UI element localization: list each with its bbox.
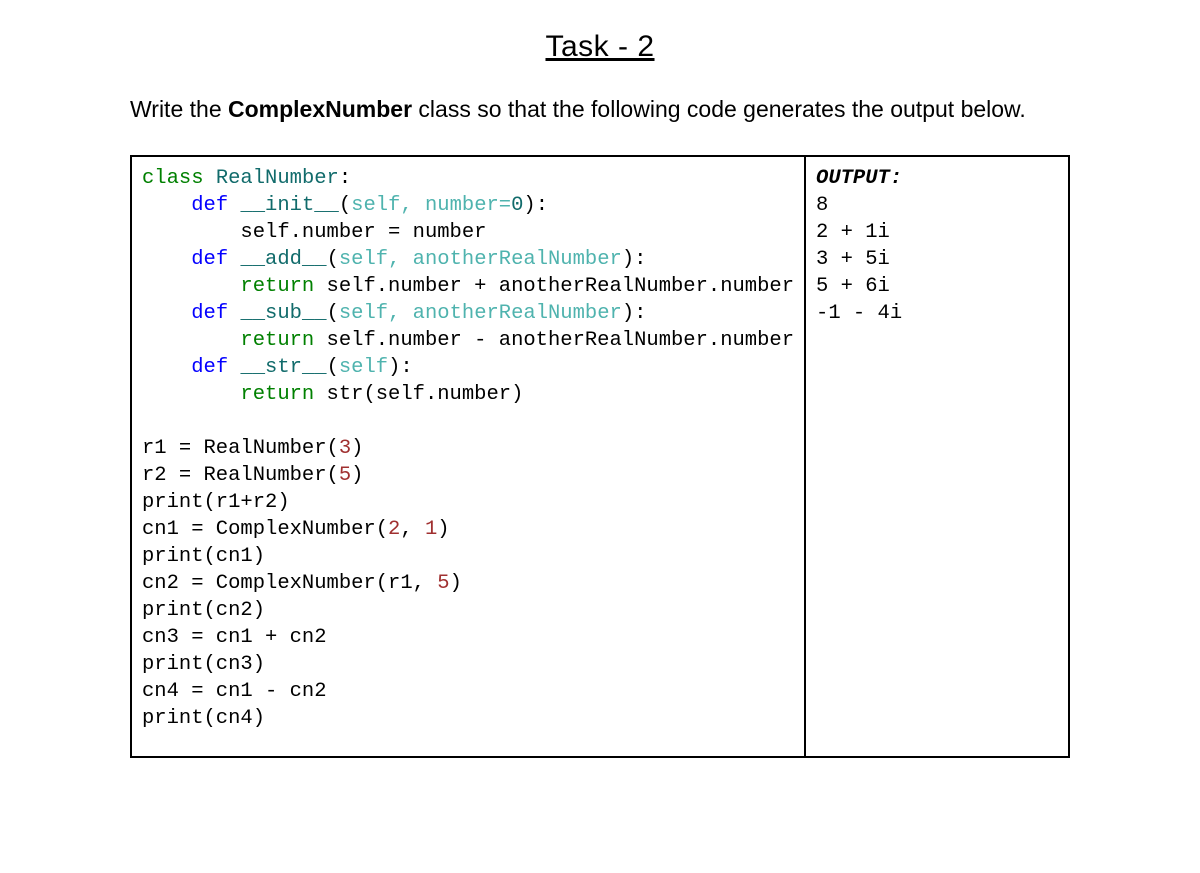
t: ): [450, 572, 462, 595]
t: [142, 329, 240, 352]
t: ,: [400, 518, 425, 541]
t: (: [327, 248, 339, 271]
t: print(cn2): [142, 599, 265, 622]
num0: 0: [511, 194, 523, 217]
output-line: 3 + 5i: [816, 248, 890, 271]
t: cn3 = cn1 + cn2: [142, 626, 327, 649]
t: cn4 = cn1 - cn2: [142, 680, 327, 703]
t: [142, 248, 191, 271]
id-init: __init__: [240, 194, 338, 217]
t: [142, 383, 240, 406]
t: [228, 302, 240, 325]
t: ):: [622, 302, 647, 325]
t: print(cn3): [142, 653, 265, 676]
output-column: OUTPUT: 8 2 + 1i 3 + 5i 5 + 6i -1 - 4i: [806, 157, 1068, 757]
args: self, number=: [351, 194, 511, 217]
t: print(cn4): [142, 707, 265, 730]
kw-def: def: [191, 248, 228, 271]
t: [228, 356, 240, 379]
id-sub: __sub__: [240, 302, 326, 325]
args: self: [339, 356, 388, 379]
t: self.number - anotherRealNumber.number: [314, 329, 794, 352]
t: (: [327, 356, 339, 379]
instruction-suffix: class so that the following code generat…: [412, 96, 1026, 122]
instruction-text: Write the ComplexNumber class so that th…: [130, 92, 1070, 127]
t: [228, 194, 240, 217]
t: ): [351, 437, 363, 460]
id-add: __add__: [240, 248, 326, 271]
t: self.number = number: [142, 221, 486, 244]
task-title: Task - 2: [130, 30, 1070, 64]
kw-class: class: [142, 167, 204, 190]
output-line: 8: [816, 194, 828, 217]
t: ):: [523, 194, 548, 217]
instruction-prefix: Write the: [130, 96, 228, 122]
num: 5: [437, 572, 449, 595]
num: 5: [339, 464, 351, 487]
id-str: __str__: [240, 356, 326, 379]
t: [142, 356, 191, 379]
args: self, anotherRealNumber: [339, 248, 622, 271]
t: ): [437, 518, 449, 541]
kw-def: def: [191, 302, 228, 325]
t: str(self.number): [314, 383, 523, 406]
kw-return: return: [240, 383, 314, 406]
page: Task - 2 Write the ComplexNumber class s…: [0, 0, 1200, 873]
code-output-box: class RealNumber: def __init__(self, num…: [130, 155, 1070, 759]
num: 3: [339, 437, 351, 460]
t: self.number + anotherRealNumber.number: [314, 275, 794, 298]
t: print(cn1): [142, 545, 265, 568]
t: [142, 275, 240, 298]
code-column: class RealNumber: def __init__(self, num…: [132, 157, 806, 757]
t: [228, 248, 240, 271]
kw-def: def: [191, 194, 228, 217]
args: self, anotherRealNumber: [339, 302, 622, 325]
t: (: [327, 302, 339, 325]
t: cn1 = ComplexNumber(: [142, 518, 388, 541]
t: print(r1+r2): [142, 491, 290, 514]
t: r2 = RealNumber(: [142, 464, 339, 487]
t: [142, 302, 191, 325]
t: :: [339, 167, 351, 190]
instruction-bold: ComplexNumber: [228, 96, 412, 122]
t: [204, 167, 216, 190]
output-line: -1 - 4i: [816, 302, 902, 325]
num: 1: [425, 518, 437, 541]
output-line: 2 + 1i: [816, 221, 890, 244]
id-realnumber: RealNumber: [216, 167, 339, 190]
output-line: 5 + 6i: [816, 275, 890, 298]
t: cn2 = ComplexNumber(r1,: [142, 572, 437, 595]
t: ): [351, 464, 363, 487]
num: 2: [388, 518, 400, 541]
kw-return: return: [240, 329, 314, 352]
t: [142, 194, 191, 217]
t: ):: [622, 248, 647, 271]
kw-return: return: [240, 275, 314, 298]
kw-def: def: [191, 356, 228, 379]
t: ):: [388, 356, 413, 379]
t: r1 = RealNumber(: [142, 437, 339, 460]
t: (: [339, 194, 351, 217]
output-title: OUTPUT:: [816, 167, 902, 190]
